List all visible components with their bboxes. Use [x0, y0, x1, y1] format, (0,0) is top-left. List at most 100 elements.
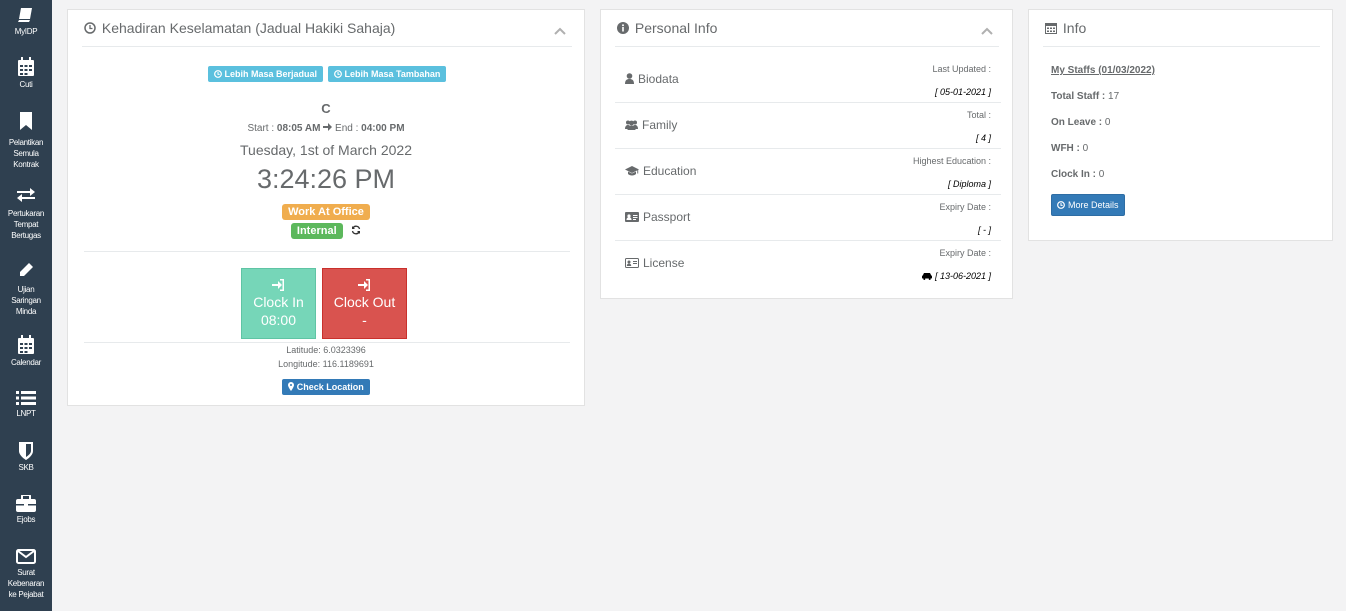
attendance-panel: Kehadiran Keselamatan (Jadual Hakiki Sah…	[67, 9, 585, 406]
personal-row-label-wrap: Passport	[625, 210, 690, 224]
personal-row-label-wrap: Education	[625, 164, 696, 178]
sign-in-icon	[272, 279, 284, 291]
personal-row-label: Education	[643, 164, 697, 178]
latitude-text: Latitude: 6.0323396	[286, 345, 366, 355]
sidebar-item-label: Kebenaran	[7, 579, 45, 588]
divider	[84, 342, 570, 343]
personal-row-value: [ Diploma ]	[947, 179, 991, 189]
sidebar-item-cuti[interactable]: Cuti	[0, 57, 52, 90]
total-staff-value: 17	[1108, 91, 1120, 102]
chevron-up-icon[interactable]	[554, 26, 566, 36]
sidebar-item-skb[interactable]: SKB	[0, 442, 52, 473]
arrow-right-icon	[323, 123, 333, 131]
clock-in-count-label: Clock In :	[1051, 169, 1097, 180]
network-row: Internal	[68, 221, 584, 239]
clock-out-value: -	[362, 312, 367, 328]
sidebar-item-myidp[interactable]: MyIDP	[0, 6, 52, 37]
clock-in-count-line: Clock In : 0	[1051, 169, 1104, 180]
personal-row-label-wrap: Family	[625, 118, 677, 132]
info-title-text: Info	[1062, 20, 1087, 36]
personal-info-panel: Personal Info Biodata Last Updated : [ 0…	[600, 9, 1013, 299]
work-mode-row: Work At Office	[68, 202, 584, 220]
personal-row-label: Biodata	[638, 72, 679, 86]
personal-row-value: [ 4 ]	[975, 133, 991, 143]
clock-out-button[interactable]: Clock Out -	[322, 268, 407, 339]
clock-icon	[214, 70, 222, 78]
overtime-scheduled-button[interactable]: Lebih Masa Berjadual	[208, 66, 324, 82]
start-time: 08:05 AM	[276, 123, 321, 134]
id-card-icon	[625, 212, 639, 222]
refresh-icon[interactable]	[351, 225, 361, 235]
sidebar-item-label: Bertugas	[11, 231, 41, 240]
sidebar-item-pertukaran[interactable]: Pertukaran Tempat Bertugas	[0, 187, 52, 241]
personal-row-biodata[interactable]: Biodata Last Updated : [ 05-01-2021 ]	[615, 57, 1001, 103]
bookmark-icon	[20, 112, 32, 130]
clock-icon	[84, 22, 96, 34]
sidebar-item-label: LNPT	[16, 409, 36, 418]
sidebar-item-label: SKB	[18, 463, 34, 472]
chevron-up-icon[interactable]	[981, 26, 993, 36]
personal-row-label-wrap: License	[625, 256, 684, 270]
total-staff-label: Total Staff :	[1051, 91, 1106, 102]
sidebar-item-pelantikan[interactable]: Pelantikan Semula Kontrak	[0, 112, 52, 170]
overtime-scheduled-label: Lebih Masa Berjadual	[224, 69, 318, 79]
sidebar-item-calendar[interactable]: Calendar	[0, 335, 52, 368]
calendar-icon	[1045, 23, 1057, 34]
shield-icon	[19, 442, 33, 460]
sidebar-item-label: Minda	[15, 307, 37, 316]
personal-row-meta: Highest Education :	[912, 156, 991, 166]
personal-row-label: License	[643, 256, 685, 270]
end-time: 04:00 PM	[361, 123, 405, 134]
wfh-value: 0	[1082, 143, 1089, 154]
attendance-title-text: Kehadiran Keselamatan (Jadual Hakiki Sah…	[101, 20, 396, 36]
current-date: Tuesday, 1st of March 2022	[240, 142, 412, 158]
divider	[82, 46, 572, 47]
divider	[1043, 46, 1320, 47]
graduation-cap-icon	[625, 166, 639, 176]
check-location-button[interactable]: Check Location	[282, 379, 370, 395]
personal-row-passport[interactable]: Passport Expiry Date : [ - ]	[615, 195, 1001, 241]
personal-row-meta: Expiry Date :	[939, 202, 991, 212]
clock-out-label: Clock Out	[333, 294, 396, 310]
sidebar-item-label: Ujian	[17, 285, 35, 294]
sidebar-item-label: Kontrak	[13, 160, 39, 169]
clock-in-label: Clock In	[253, 294, 304, 310]
sidebar-item-label: Calendar	[10, 358, 42, 367]
calendar-icon	[18, 57, 34, 76]
id-card-icon	[625, 258, 639, 268]
sidebar-item-lnpt[interactable]: LNPT	[0, 390, 52, 419]
personal-row-education[interactable]: Education Highest Education : [ Diploma …	[615, 149, 1001, 195]
divider	[84, 251, 570, 252]
clock-in-count-value: 0	[1098, 169, 1105, 180]
personal-row-value-wrap: [ 13-06-2021 ]	[922, 271, 991, 281]
network-badge: Internal	[290, 223, 343, 239]
more-details-label: More Details	[1068, 200, 1119, 210]
overtime-additional-button[interactable]: Lebih Masa Tambahan	[328, 66, 447, 82]
on-leave-label: On Leave :	[1051, 117, 1103, 128]
sidebar-item-label: Tempat	[13, 220, 39, 229]
book-icon	[18, 8, 32, 22]
clock-in-button[interactable]: Clock In 08:00	[241, 268, 316, 339]
personal-row-license[interactable]: License Expiry Date : [ 13-06-2021 ]	[615, 241, 1001, 287]
sidebar-item-ejobs[interactable]: Ejobs	[0, 495, 52, 525]
work-mode-badge: Work At Office	[282, 204, 370, 220]
user-icon	[625, 73, 634, 84]
sign-in-icon	[358, 279, 370, 291]
wfh-label: WFH :	[1051, 143, 1080, 154]
on-leave-value: 0	[1104, 117, 1111, 128]
users-icon	[625, 120, 638, 130]
info-panel-title: Info	[1045, 20, 1086, 36]
personal-row-family[interactable]: Family Total : [ 4 ]	[615, 103, 1001, 149]
personal-row-label-wrap: Biodata	[625, 72, 679, 86]
envelope-icon	[16, 549, 36, 564]
sidebar-item-surat-kebenaran[interactable]: Surat Kebenaran ke Pejabat	[0, 549, 52, 600]
divider	[615, 46, 999, 47]
personal-info-panel-title: Personal Info	[617, 20, 717, 36]
more-details-button[interactable]: More Details	[1051, 194, 1125, 216]
info-circle-icon	[617, 22, 629, 34]
clock-icon	[334, 70, 342, 78]
sidebar-item-ujian[interactable]: Ujian Saringan Minda	[0, 262, 52, 317]
my-staffs-link[interactable]: My Staffs (01/03/2022)	[1051, 65, 1155, 76]
list-icon	[16, 391, 36, 405]
personal-row-meta: Last Updated :	[932, 64, 991, 74]
